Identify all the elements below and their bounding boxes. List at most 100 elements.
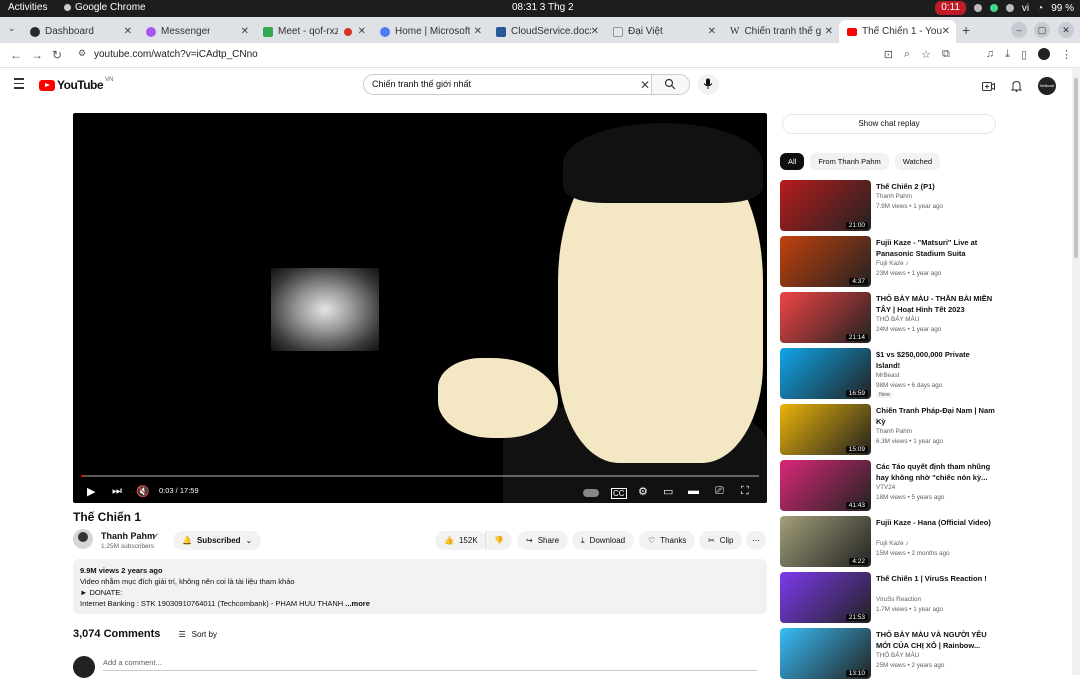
video-progress-bar[interactable]: [81, 475, 759, 477]
video-thumbnail[interactable]: 21:53: [780, 572, 871, 623]
reload-button[interactable]: ↻: [52, 48, 62, 62]
recording-indicator[interactable]: 0:11: [935, 1, 966, 15]
tab-meet[interactable]: Meet - qof-rxzi ✕: [255, 20, 372, 43]
video-thumbnail[interactable]: 15:09: [780, 404, 871, 455]
new-tab-button[interactable]: +: [962, 22, 970, 38]
recommended-video[interactable]: 21:14 THỎ BẢY MÀU - THẦN BÀI MIỀN TÂY | H…: [780, 292, 1005, 344]
create-video-icon[interactable]: [982, 81, 995, 92]
recommended-channel[interactable]: Fujii Kaze ♪: [876, 260, 909, 267]
chip-from-channel[interactable]: From Thanh Pahm: [810, 153, 889, 170]
close-icon[interactable]: ✕: [124, 26, 132, 37]
tab-search-icon[interactable]: ⌄: [8, 23, 16, 34]
recommended-title[interactable]: $1 vs $250,000,000 Private Island!: [876, 349, 996, 371]
recommended-channel[interactable]: Fujii Kaze ♪: [876, 540, 909, 547]
maximize-button[interactable]: ▢: [1034, 22, 1050, 38]
voice-search-button[interactable]: [698, 74, 719, 95]
media-controls-icon[interactable]: ♫: [986, 48, 994, 61]
close-icon[interactable]: ✕: [942, 26, 950, 37]
channel-name[interactable]: Thanh Pahm: [101, 531, 155, 541]
clock[interactable]: 08:31 3 Thg 2: [512, 2, 574, 13]
download-button[interactable]: ⤓ Download: [572, 531, 635, 550]
system-tray[interactable]: 0:11 vi ◔ 99 %: [935, 1, 1074, 15]
recommended-video[interactable]: 4:37 Fujii Kaze - "Matsuri" Live at Panas…: [780, 236, 1005, 288]
theater-mode-icon[interactable]: ▬: [688, 485, 699, 497]
close-icon[interactable]: ✕: [474, 26, 482, 37]
settings-gear-icon[interactable]: ⚙: [638, 485, 648, 498]
scrollbar-thumb[interactable]: [1074, 78, 1078, 258]
search-button[interactable]: [651, 75, 689, 94]
activities-button[interactable]: Activities: [8, 2, 47, 13]
tab-youtube-active[interactable]: Thế Chiến 1 - You ✕: [839, 20, 956, 43]
video-thumbnail[interactable]: 4:37: [780, 236, 871, 287]
install-app-icon[interactable]: ⊡: [884, 48, 893, 61]
recommended-channel[interactable]: ViruSs Reaction: [876, 596, 921, 603]
mute-icon[interactable]: 🔇: [136, 485, 150, 498]
video-thumbnail[interactable]: 4:22: [780, 516, 871, 567]
downloads-icon[interactable]: ⤓: [1005, 48, 1010, 61]
show-more-link[interactable]: ...more: [345, 599, 370, 608]
next-video-icon[interactable]: ⏭: [112, 485, 122, 498]
tab-messenger[interactable]: Messenger ✕: [138, 20, 255, 43]
chip-all[interactable]: All: [780, 153, 805, 170]
zoom-icon[interactable]: ⌕: [904, 48, 910, 61]
recommended-channel[interactable]: VTV24: [876, 484, 895, 491]
tab-dai-viet[interactable]: Đại Việt ✕: [605, 20, 722, 43]
clip-button[interactable]: ✂ Clip: [699, 531, 743, 550]
share-button[interactable]: ↪ Share: [517, 531, 569, 550]
bookmark-star-icon[interactable]: ☆: [921, 48, 931, 61]
chrome-menu-icon[interactable]: ⋮: [1061, 48, 1072, 61]
video-player[interactable]: ▶ ⏭ 🔇 0:03 / 17:59 CC ⚙ ▭ ▬ ⎚ ⛶: [73, 113, 767, 503]
play-icon[interactable]: ▶: [87, 485, 95, 498]
close-icon[interactable]: ✕: [358, 26, 366, 37]
site-info-icon[interactable]: ⚙: [78, 48, 86, 59]
battery-level[interactable]: 99 %: [1051, 3, 1074, 14]
cast-icon[interactable]: ⎚: [715, 485, 724, 498]
tab-cloudservice-doc[interactable]: CloudService.docx ✕: [488, 20, 605, 43]
close-window-button[interactable]: ✕: [1058, 22, 1074, 38]
captions-icon[interactable]: CC: [611, 488, 627, 499]
close-icon[interactable]: ✕: [708, 26, 716, 37]
sort-comments-button[interactable]: ☰ Sort by: [178, 630, 217, 639]
recommended-title[interactable]: Các Táo quyết định tham nhũng hay không …: [876, 461, 996, 483]
side-panel-icon[interactable]: ▯: [1021, 48, 1027, 61]
extensions-icon[interactable]: ⧉: [942, 48, 950, 61]
subscribed-button[interactable]: 🔔 Subscribed ⌄: [173, 531, 262, 550]
account-avatar[interactable]: Hellcore: [1038, 77, 1056, 95]
recommended-video[interactable]: 13:10 THỎ BẢY MÀU VÀ NGƯỜI YÊU MỚI CỦA CH…: [780, 628, 1005, 680]
video-thumbnail[interactable]: 21:14: [780, 292, 871, 343]
close-icon[interactable]: ✕: [241, 26, 249, 37]
video-thumbnail[interactable]: 41:43: [780, 460, 871, 511]
fullscreen-icon[interactable]: ⛶: [741, 485, 749, 498]
recommended-title[interactable]: Thế Chiến 1 | ViruSs Reaction !: [876, 573, 996, 584]
more-actions-button[interactable]: ⋯: [746, 531, 766, 550]
recommended-channel[interactable]: THỎ BẢY MÀU: [876, 652, 919, 659]
recommended-title[interactable]: THỎ BẢY MÀU VÀ NGƯỜI YÊU MỚI CỦA CHỊ XÔ …: [876, 629, 996, 651]
recommended-title[interactable]: Fujii Kaze - "Matsuri" Live at Panasonic…: [876, 237, 996, 259]
minimize-button[interactable]: –: [1011, 22, 1027, 38]
clear-search-icon[interactable]: ✕: [640, 78, 650, 92]
app-menu[interactable]: Google Chrome: [64, 2, 146, 13]
youtube-logo[interactable]: YouTube VN: [39, 77, 113, 92]
recommended-title[interactable]: Chiến Tranh Pháp-Đại Nam | Nam Kỳ: [876, 405, 996, 427]
tab-microsoft-home[interactable]: Home | Microsoft ✕: [372, 20, 488, 43]
recommended-channel[interactable]: THỎ BẢY MÀU: [876, 316, 919, 323]
recommended-channel[interactable]: Thanh Pahm: [876, 193, 912, 200]
back-button[interactable]: ←: [10, 48, 22, 62]
recommended-video[interactable]: 4:22 Fujii Kaze - Hana (Official Video) Fu…: [780, 516, 1005, 568]
thanks-button[interactable]: ♡ Thanks: [639, 531, 696, 550]
search-input[interactable]: [372, 79, 632, 89]
hamburger-menu-icon[interactable]: [14, 78, 24, 92]
recommended-video[interactable]: 21:53 Thế Chiến 1 | ViruSs Reaction ! Viru…: [780, 572, 1005, 624]
url-field[interactable]: youtube.com/watch?v=iCAdtp_CNno: [94, 49, 258, 60]
video-thumbnail[interactable]: 16:59: [780, 348, 871, 399]
tab-wikipedia[interactable]: W Chiến tranh thế g ✕: [722, 20, 839, 43]
close-icon[interactable]: ✕: [825, 26, 833, 37]
video-thumbnail[interactable]: 21:00: [780, 180, 871, 231]
autoplay-toggle[interactable]: [583, 489, 599, 497]
recommended-video[interactable]: 16:59 $1 vs $250,000,000 Private Island! M…: [780, 348, 1005, 400]
recommended-channel[interactable]: Thanh Pahm: [876, 428, 912, 435]
recommended-channel[interactable]: MrBeast: [876, 372, 899, 379]
channel-avatar[interactable]: [73, 529, 93, 549]
recommended-video[interactable]: 41:43 Các Táo quyết định tham nhũng hay k…: [780, 460, 1005, 512]
notifications-bell-icon[interactable]: [1011, 80, 1022, 92]
